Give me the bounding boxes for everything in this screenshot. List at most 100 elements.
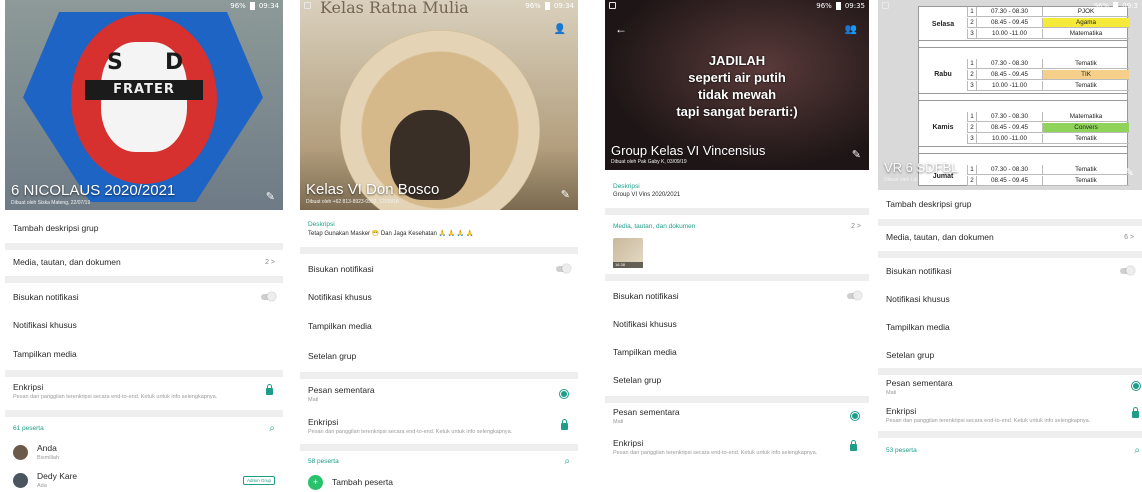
encryption-row[interactable]: Enkripsi Pesan dan panggilan terenkripsi… <box>5 377 283 405</box>
mute-notifications-row[interactable]: Bisukan notifikasi <box>5 284 283 310</box>
status-bar: 96% 09:34 <box>300 0 578 12</box>
show-media-row[interactable]: Tampilkan media <box>878 314 1142 340</box>
group-created-by: Dibuat oleh Lal... <box>884 177 922 183</box>
disappearing-messages-row[interactable]: Pesan sementara Mati <box>605 403 869 429</box>
clock: 09:34 <box>553 2 574 10</box>
encryption-row[interactable]: Enkripsi Pesan dan panggilan terenkripsi… <box>605 434 869 460</box>
add-participant-row[interactable]: + Tambah peserta <box>300 472 578 492</box>
mute-notifications-row[interactable]: Bisukan notifikasi <box>878 258 1142 284</box>
mute-toggle[interactable] <box>261 292 276 301</box>
description-row[interactable]: Deskripsi Group VI Vins 2020/2021 <box>605 176 869 204</box>
group-settings-row[interactable]: Setelan grup <box>878 342 1142 368</box>
schedule-table: 1 07.30 - 08.30 PJOK Selasa 2 08.45 - 09… <box>918 6 1129 186</box>
divider <box>605 208 869 215</box>
encryption-description: Pesan dan panggilan terenkripsi secara e… <box>886 418 1091 424</box>
add-description-row[interactable]: Tambah deskripsi grup <box>878 193 1142 215</box>
participants-count: 58 peserta <box>308 457 339 465</box>
add-description-row[interactable]: Tambah deskripsi grup <box>5 217 283 239</box>
encryption-row[interactable]: Enkripsi Pesan dan panggilan terenkripsi… <box>878 402 1142 428</box>
search-icon[interactable]: ⌕ <box>564 456 570 467</box>
admin-badge: Admin Grup <box>242 475 275 485</box>
back-arrow-icon[interactable]: ← <box>615 22 627 36</box>
timer-icon <box>1132 382 1140 390</box>
participants-count: 53 peserta <box>886 446 917 454</box>
custom-notifications-row[interactable]: Notifikasi khusus <box>300 284 578 310</box>
participants-header: 58 peserta ⌕ <box>300 451 578 471</box>
screen-group-info-vincensius: 96% 09:35 JADILAH seperti air putih tida… <box>605 0 869 492</box>
disappearing-messages-row[interactable]: Pesan sementara Mati <box>878 374 1142 400</box>
add-participant-icon[interactable]: 👤 <box>554 24 566 35</box>
clock: 09:35 <box>844 2 865 10</box>
divider <box>5 276 283 283</box>
group-photo[interactable]: Kelas Ratna Mulia 👤 Kelas VI Don Bosco D… <box>300 0 578 210</box>
description-text: Tetap Gunakan Masker 😷 Dan Jaga Kesehata… <box>308 231 474 237</box>
battery-icon <box>1113 2 1119 10</box>
participant-row[interactable]: Anda Bismillah <box>5 440 283 464</box>
group-photo[interactable]: 1 07.30 - 08.30 PJOK Selasa 2 08.45 - 09… <box>878 0 1142 190</box>
media-count: 2 > <box>851 222 861 230</box>
group-settings-row[interactable]: Setelan grup <box>300 342 578 370</box>
edit-pencil-icon[interactable]: ✎ <box>1125 166 1134 179</box>
add-person-icon: + <box>308 474 323 490</box>
mute-notifications-row[interactable]: Bisukan notifikasi <box>300 256 578 282</box>
media-links-docs-row[interactable]: Media, tautan, dan dokumen 6 > <box>878 226 1142 248</box>
show-media-row[interactable]: Tampilkan media <box>605 339 869 365</box>
media-links-docs-row[interactable]: Media, tautan, dan dokumen 2 > <box>605 218 869 234</box>
divider <box>605 274 869 281</box>
group-created-by: Dibuat oleh +62 813-8923-0932, 12/09/18 <box>306 199 399 205</box>
media-links-docs-row[interactable]: Media, tautan, dan dokumen 2 > <box>5 250 283 274</box>
lock-icon <box>561 419 568 430</box>
disappearing-messages-row[interactable]: Pesan sementara Mati <box>300 380 578 408</box>
participant-row[interactable]: Dedy Kare Ada Admin Grup <box>5 468 283 492</box>
mute-toggle[interactable] <box>556 264 571 273</box>
portrait-photo: Kelas Ratna Mulia <box>300 0 578 210</box>
custom-notifications-row[interactable]: Notifikasi khusus <box>5 312 283 338</box>
media-thumbnail[interactable]: 16.38 <box>613 238 643 268</box>
custom-notifications-row[interactable]: Notifikasi khusus <box>605 311 869 337</box>
group-created-by: Dibuat oleh Siska Mateng, 22/07/19 <box>11 200 91 206</box>
encryption-description: Pesan dan panggilan terenkripsi secara e… <box>13 394 218 400</box>
divider <box>5 243 283 250</box>
battery-percent: 96% <box>816 2 832 10</box>
participants-count: 61 peserta <box>13 424 44 432</box>
participants-header: 61 peserta ⌕ <box>5 418 283 438</box>
group-settings-row[interactable]: Setelan grup <box>605 367 869 393</box>
mute-notifications-row[interactable]: Bisukan notifikasi <box>605 283 869 309</box>
divider <box>5 370 283 377</box>
school-logo: S D FRATER <box>5 0 283 210</box>
status-bar: 96% 09:3 <box>878 0 1142 12</box>
battery-icon <box>249 2 255 10</box>
edit-pencil-icon[interactable]: ✎ <box>852 148 861 161</box>
status-bar: 96% 09:35 <box>605 0 869 12</box>
battery-percent: 96% <box>230 2 246 10</box>
search-icon[interactable]: ⌕ <box>269 423 275 434</box>
clock: 09:34 <box>258 2 279 10</box>
encryption-row[interactable]: Enkripsi Pesan dan panggilan terenkripsi… <box>300 412 578 440</box>
avatar <box>13 472 28 488</box>
divider <box>300 247 578 254</box>
show-media-row[interactable]: Tampilkan media <box>300 312 578 340</box>
notification-icon <box>609 2 616 9</box>
video-duration: 16.38 <box>613 262 643 268</box>
add-participant-icon[interactable]: 👥 <box>845 24 857 35</box>
quote-text: JADILAH seperti air putih tidak mewah ta… <box>676 53 798 119</box>
mute-toggle[interactable] <box>847 291 862 300</box>
avatar <box>13 444 28 460</box>
media-count: 2 > <box>265 258 275 266</box>
group-title: VR 6 SDFBL <box>884 160 959 175</box>
divider <box>878 219 1142 226</box>
custom-notifications-row[interactable]: Notifikasi khusus <box>878 286 1142 312</box>
battery-percent: 96% <box>525 2 541 10</box>
show-media-row[interactable]: Tampilkan media <box>5 340 283 368</box>
edit-pencil-icon[interactable]: ✎ <box>561 188 570 201</box>
notification-icon <box>304 2 311 9</box>
mute-toggle[interactable] <box>1120 266 1135 275</box>
encryption-description: Pesan dan panggilan terenkripsi secara e… <box>308 429 513 435</box>
description-row[interactable]: Deskripsi Tetap Gunakan Masker 😷 Dan Jag… <box>300 214 578 244</box>
group-photo[interactable]: JADILAH seperti air putih tidak mewah ta… <box>605 0 869 170</box>
group-photo[interactable]: S D FRATER 6 NICOLAUS 2020/2021 Dibuat o… <box>5 0 283 210</box>
edit-pencil-icon[interactable]: ✎ <box>266 190 275 203</box>
participants-header: 53 peserta ⌕ <box>878 440 1142 460</box>
search-icon[interactable]: ⌕ <box>1134 445 1140 456</box>
media-count: 6 > <box>1124 233 1134 241</box>
